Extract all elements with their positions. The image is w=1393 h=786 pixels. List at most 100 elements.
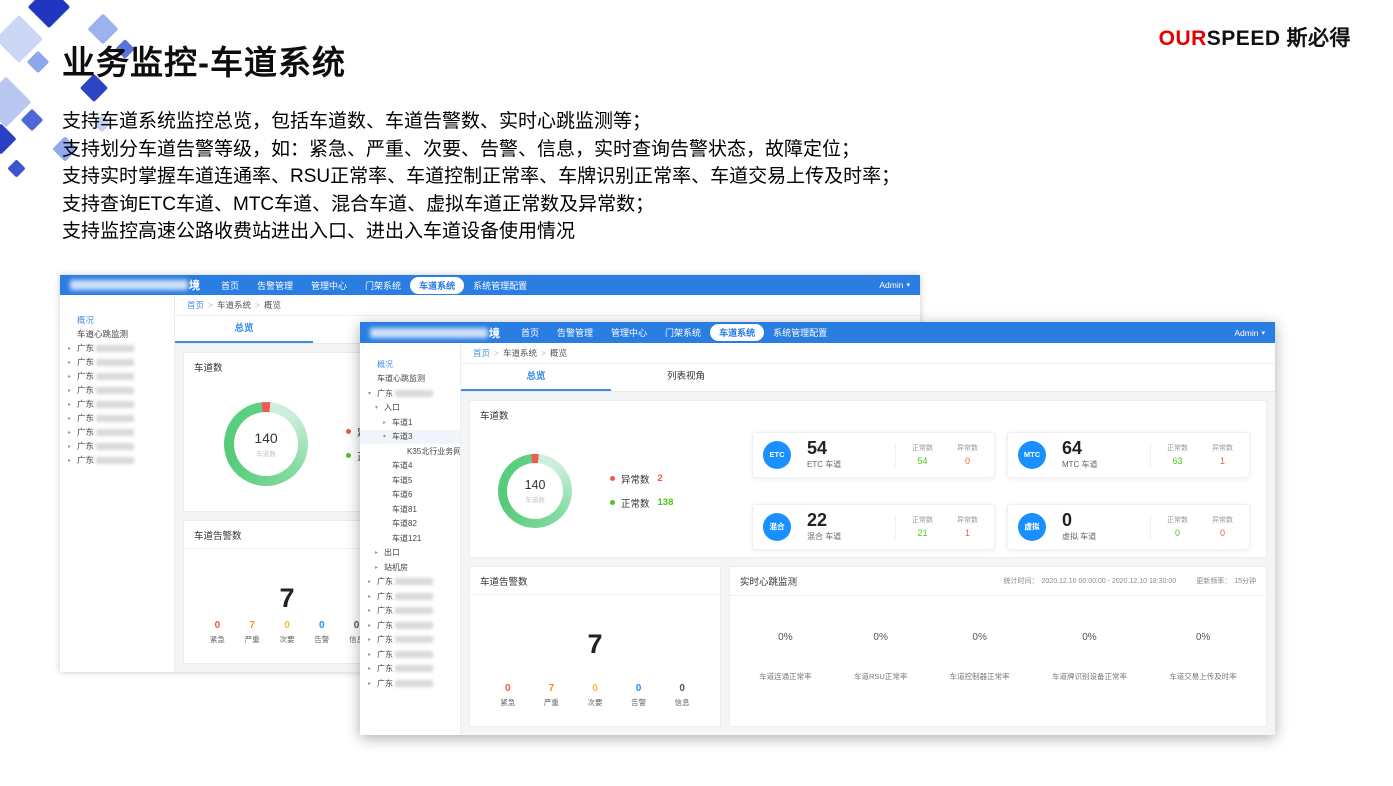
sidebar-tree-item[interactable]: 车道121: [360, 531, 460, 546]
sidebar-item[interactable]: ▸广东: [60, 369, 174, 383]
sidebar-tree-item[interactable]: 车道心跳监测: [360, 372, 460, 387]
sidebar-item[interactable]: ▸广东: [60, 425, 174, 439]
sidebar-item-label: 广东: [77, 412, 94, 424]
tree-arrow-icon: ▸: [68, 429, 77, 436]
sidebar-tree-item[interactable]: ▾广东: [360, 386, 460, 401]
tree-item-label: 车道121: [392, 533, 421, 544]
sidebar-tree-item[interactable]: 车道81: [360, 502, 460, 517]
sidebar-item-label: 概况: [77, 314, 94, 326]
sidebar-tree-item[interactable]: 车道6: [360, 488, 460, 503]
tab[interactable]: 总览: [461, 364, 611, 391]
nav-item[interactable]: 门架系统: [656, 324, 710, 341]
nav-item[interactable]: 管理中心: [302, 277, 356, 294]
nav-item[interactable]: 门架系统: [356, 277, 410, 294]
sidebar-tree-item[interactable]: ▸出口: [360, 546, 460, 561]
sidebar-item[interactable]: ▸广东: [60, 439, 174, 453]
breadcrumb: 首页 > 车道系统 > 概览: [461, 343, 1275, 364]
nav-item[interactable]: 首页: [512, 324, 548, 341]
deco-diamond: [7, 159, 25, 177]
abnormal-count-label: 异常数: [957, 443, 978, 453]
sidebar-tree-item[interactable]: ▸站机房: [360, 560, 460, 575]
sidebar-tree-item[interactable]: 车道5: [360, 473, 460, 488]
tree-item-label: 站机房: [384, 562, 408, 573]
tree-item-label: 车道心跳监测: [377, 373, 425, 384]
abnormal-count-value: 1: [1212, 456, 1233, 466]
tree-arrow-icon: ▾: [383, 433, 392, 440]
sidebar-tree-item[interactable]: ▸广东: [360, 604, 460, 619]
nav-item[interactable]: 管理中心: [602, 324, 656, 341]
nav-item[interactable]: 系统管理配置: [764, 324, 836, 341]
nav-item[interactable]: 系统管理配置: [464, 277, 536, 294]
sidebar-tree-item[interactable]: 概况: [360, 357, 460, 372]
sidebar-tree-item[interactable]: ▸广东: [360, 633, 460, 648]
user-menu[interactable]: Admin ▾: [879, 280, 910, 290]
breadcrumb-separator: >: [541, 348, 546, 358]
sidebar-tree-item[interactable]: ▸广东: [360, 575, 460, 590]
user-menu[interactable]: Admin ▾: [1234, 328, 1265, 338]
sidebar-item[interactable]: ▸广东: [60, 355, 174, 369]
sidebar-tree-item[interactable]: ▾车道3: [360, 430, 460, 445]
tree-arrow-icon: ▸: [375, 564, 384, 571]
tree-arrow-icon: ▸: [368, 651, 377, 658]
lane-total: 140: [254, 430, 277, 446]
sidebar-tree-item[interactable]: ▾入口: [360, 401, 460, 416]
tree-item-label: 广东: [377, 605, 393, 616]
sidebar-tree-item[interactable]: ▸广东: [360, 647, 460, 662]
nav-item[interactable]: 告警管理: [548, 324, 602, 341]
alarm-level-value: 0: [587, 683, 602, 694]
tree-arrow-icon: ▸: [68, 415, 77, 422]
breadcrumb-separator: >: [255, 300, 260, 310]
nav-item[interactable]: 车道系统: [410, 277, 464, 294]
blurred-text: [395, 578, 433, 585]
abnormal-count-label: 异常数: [1212, 443, 1233, 453]
sidebar-item[interactable]: ▸广东: [60, 453, 174, 467]
abnormal-count-value: 0: [1212, 528, 1233, 538]
nav-item[interactable]: 首页: [212, 277, 248, 294]
main-nav: 首页告警管理管理中心门架系统车道系统系统管理配置: [212, 277, 536, 294]
sidebar-tree-item[interactable]: ▸广东: [360, 676, 460, 691]
sidebar-tree-item[interactable]: ▸车道1: [360, 415, 460, 430]
bullet-line: 支持车道系统监控总览，包括车道数、车道告警数、实时心跳监测等；: [62, 108, 1022, 136]
blurred-text: [395, 622, 433, 629]
lane-type-badge: 虚拟: [1018, 513, 1046, 541]
alarm-levels: 0 紧急 7 严重 0 次要 0: [470, 683, 720, 726]
sidebar-item[interactable]: 概况: [60, 313, 174, 327]
legend-dot-icon: [346, 429, 351, 434]
tab[interactable]: 列表视角: [611, 364, 761, 391]
blurred-text: [96, 457, 134, 464]
sidebar-tree-item[interactable]: ▸广东: [360, 618, 460, 633]
nav-item[interactable]: 车道系统: [710, 324, 764, 341]
tree-item-label: 出口: [384, 547, 400, 558]
sidebar-item[interactable]: 车道心跳监测: [60, 327, 174, 341]
sidebar-tree-item[interactable]: K35北行业务网关: [360, 444, 460, 459]
legend-label: 正常数: [621, 496, 650, 510]
sidebar-item[interactable]: ▸广东: [60, 341, 174, 355]
view-tabs: 总览列表视角: [461, 364, 1275, 392]
tab[interactable]: 总览: [175, 316, 313, 343]
sidebar-item[interactable]: ▸广东: [60, 411, 174, 425]
breadcrumb-home[interactable]: 首页: [187, 299, 204, 311]
sidebar-item[interactable]: ▸广东: [60, 397, 174, 411]
nav-item[interactable]: 告警管理: [248, 277, 302, 294]
tree-arrow-icon: ▸: [368, 607, 377, 614]
heartbeat-metrics: 0% 车道连通正常率 0% 车道RSU正常率 0% 车道控制器正常率: [730, 596, 1266, 726]
sidebar-tree-item[interactable]: ▸广东: [360, 589, 460, 604]
breadcrumb-section: 车道系统: [217, 299, 251, 311]
sidebar-tree-item[interactable]: 车道4: [360, 459, 460, 474]
normal-count-value: 0: [1167, 528, 1188, 538]
sidebar-tree-item[interactable]: ▸广东: [360, 662, 460, 677]
normal-count-label: 正常数: [1167, 443, 1188, 453]
alarm-level-label: 次要: [587, 697, 602, 708]
sidebar-item-label: 广东: [77, 342, 94, 354]
sidebar-item[interactable]: ▸广东: [60, 383, 174, 397]
metric-value: 0%: [854, 632, 907, 643]
slide: 业务监控-车道系统 OURSPEED斯必得 支持车道系统监控总览，包括车道数、车…: [0, 0, 1393, 786]
sidebar-tree-item[interactable]: 车道82: [360, 517, 460, 532]
alarm-level: 0 告警: [314, 620, 329, 645]
legend-value: 138: [658, 497, 674, 508]
logo-part-cn: 斯必得: [1287, 27, 1352, 50]
legend-dot-icon: [346, 453, 351, 458]
breadcrumb-home[interactable]: 首页: [473, 347, 490, 359]
lane-type-count: 54: [807, 439, 877, 458]
normal-count-label: 正常数: [912, 515, 933, 525]
